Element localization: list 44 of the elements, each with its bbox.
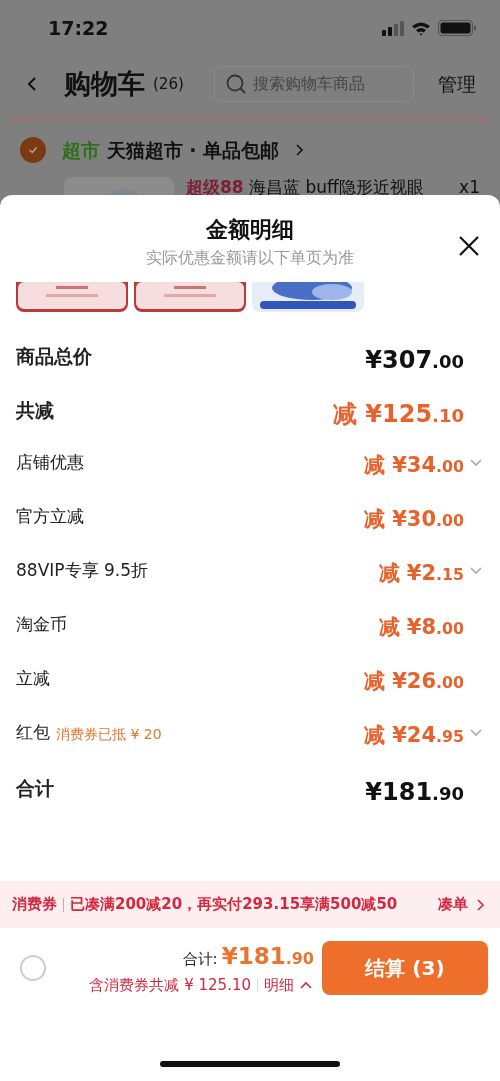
row-label: 淘金币 [16,613,67,636]
row-amount: 减 ¥125.10 [332,399,464,430]
wifi-icon [412,20,430,36]
store-checkbox[interactable] [20,137,46,164]
signal-icon [382,20,404,36]
search-field[interactable]: 搜索购物车商品 [251,71,401,97]
row-amount: 减 ¥26.00 [363,668,464,695]
page-title: 购物车 [64,66,145,101]
search-box[interactable]: 搜索购物车商品 [214,66,414,102]
checkout-button[interactable]: 结算 (3) [322,940,488,995]
row-label: 商品总价 [16,344,92,369]
add-items-link[interactable]: 凑单 [438,893,488,916]
row-label: 红包 [16,721,50,744]
select-all-radio[interactable] [20,954,46,981]
row-amount: ¥307.00 [365,345,464,376]
row-label: 88VIP专享 9.5折 [16,559,148,582]
row-amount: 减 ¥2.15 [378,560,464,587]
row-amount: 减 ¥34.00 [363,452,464,479]
detail-toggle[interactable]: 明细 [264,973,314,997]
total-label: 合计: [182,949,218,971]
row-label: 立减 [16,667,50,690]
product-title: 超级88 海昌蓝 buff隐形近视眼 [186,175,424,199]
row-amount: ¥181.90 [365,777,464,808]
row-amount: 减 ¥8.00 [378,614,464,641]
product-quantity: x1 [459,175,480,199]
coupon-note: 消费券已抵 ¥ 20 [56,725,162,744]
coupon-tag: 消费券 [12,893,57,916]
row-amount: 减 ¥30.00 [363,506,464,533]
cart-count: (26) [153,73,184,95]
status-time: 17:22 [48,15,109,41]
row-label: 店铺优惠 [16,451,84,474]
manage-button[interactable]: 管理 [438,69,476,99]
row-label: 合计 [16,776,54,801]
close-button[interactable] [458,233,480,257]
saving-text: 含消费券共减 ¥ 125.10 [89,974,251,996]
row-amount: 减 ¥24.95 [363,722,464,749]
total-amount: ¥181.90 [221,942,314,972]
row-label: 共减 [16,398,54,423]
row-label: 官方立减 [16,505,84,528]
sheet-title: 金额明细 [206,216,294,244]
sheet-subtitle: 实际优惠金额请以下单页为准 [146,247,354,269]
battery-icon [438,20,476,36]
search-icon [225,73,247,95]
store-name[interactable]: 超市 天猫超市 · 单品包邮 [62,136,280,165]
